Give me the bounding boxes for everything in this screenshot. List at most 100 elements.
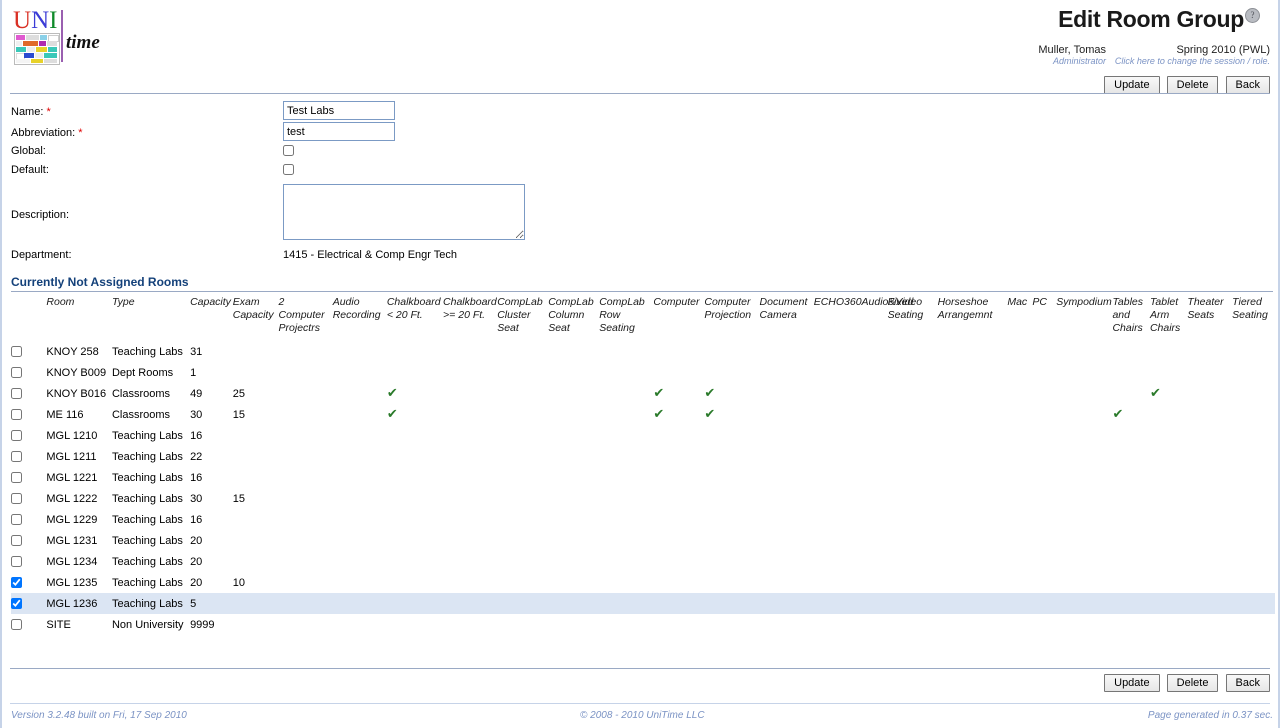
abbreviation-label: Abbreviation: * — [11, 127, 83, 139]
row-select-cell[interactable] — [11, 530, 46, 551]
row-select-cell[interactable] — [11, 341, 46, 362]
cell-computer_projection — [704, 467, 759, 488]
cell-type: Teaching Labs — [111, 513, 183, 526]
col-header-pc: PC — [1032, 296, 1047, 308]
row-select-cell[interactable] — [11, 383, 46, 404]
row-checkbox[interactable] — [11, 555, 22, 567]
row-checkbox[interactable] — [11, 492, 22, 504]
cell-complab_column_seat — [548, 530, 599, 551]
col-header-room: Room — [46, 296, 75, 308]
cell-computer_projection — [704, 593, 760, 614]
row-checkbox[interactable] — [11, 534, 22, 546]
page-header: UNI time Edit Room Group ? Muller, Tomas… — [2, 0, 1278, 94]
table-row[interactable]: MGL 1211 Teaching Labs 22 — [11, 446, 1275, 467]
abbreviation-input[interactable] — [283, 122, 395, 141]
cell-capacity: 9999 — [190, 618, 215, 631]
row-checkbox[interactable] — [11, 450, 22, 462]
back-button-bottom[interactable]: Back — [1225, 674, 1270, 692]
cell-tiered_seating — [1232, 404, 1275, 425]
back-button-top[interactable]: Back — [1225, 76, 1270, 94]
global-checkbox[interactable] — [283, 145, 294, 156]
global-label: Global: — [11, 145, 46, 157]
row-select-cell[interactable] — [11, 362, 46, 383]
cell-sympodium — [1056, 446, 1112, 467]
row-select-cell[interactable] — [11, 509, 46, 530]
name-input[interactable] — [283, 101, 395, 120]
row-select-cell[interactable] — [11, 551, 46, 572]
table-row[interactable]: KNOY B009 Dept Rooms 1 — [11, 362, 1275, 383]
cell-theater_seats — [1187, 404, 1232, 425]
default-checkbox[interactable] — [283, 164, 294, 175]
row-checkbox[interactable] — [11, 513, 22, 525]
session-info[interactable]: Spring 2010 (PWL) Click here to change t… — [1105, 44, 1270, 66]
cell-tables_and_chairs — [1112, 530, 1149, 551]
cell-complab_row_seating — [599, 530, 653, 551]
row-checkbox[interactable] — [11, 366, 22, 378]
cell-tiered_seating — [1232, 383, 1275, 404]
row-select-cell[interactable] — [11, 572, 46, 593]
user-role: Administrator — [1052, 56, 1106, 66]
cell-fixed_seating — [888, 572, 938, 593]
cell-theater_seats — [1187, 593, 1233, 614]
row-checkbox[interactable] — [11, 345, 22, 357]
cell-exam_capacity: 15 — [232, 408, 245, 421]
description-textarea[interactable] — [283, 184, 525, 240]
row-checkbox[interactable] — [11, 408, 22, 420]
cell-computer_projection — [704, 551, 759, 572]
cell-complab_row_seating — [599, 509, 653, 530]
col-header-document_camera: Document Camera — [759, 296, 808, 321]
session-change-link[interactable]: Click here to change the session / role. — [1105, 56, 1270, 66]
row-checkbox[interactable] — [11, 471, 22, 483]
delete-button-bottom[interactable]: Delete — [1166, 674, 1219, 692]
table-row[interactable]: KNOY B016 Classrooms 49 25 ✔ ✔ ✔ ✔ — [11, 383, 1275, 404]
help-icon[interactable]: ? — [1245, 8, 1260, 23]
page-frame: UNI time Edit Room Group ? Muller, Tomas… — [0, 0, 1280, 728]
cell-exam_capacity — [233, 467, 279, 488]
row-select-cell[interactable] — [11, 404, 46, 425]
table-row[interactable]: MGL 1210 Teaching Labs 16 — [11, 425, 1275, 446]
table-row[interactable]: MGL 1235 Teaching Labs 20 10 — [11, 572, 1275, 593]
cell-audio_recording — [332, 593, 387, 614]
cell-type: Teaching Labs — [111, 492, 183, 505]
cell-fixed_seating — [888, 446, 938, 467]
table-row[interactable]: MGL 1222 Teaching Labs 30 15 — [11, 488, 1275, 509]
update-button-top[interactable]: Update — [1104, 76, 1160, 94]
table-row[interactable]: MGL 1229 Teaching Labs 16 — [11, 509, 1275, 530]
cell-chalkboard_lt_20ft — [387, 572, 443, 593]
cell-tablet_arm_chairs — [1150, 404, 1187, 425]
cell-echo360 — [814, 341, 888, 362]
cell-complab_column_seat — [548, 446, 599, 467]
row-select-cell[interactable] — [11, 488, 46, 509]
table-row[interactable]: MGL 1234 Teaching Labs 20 — [11, 551, 1275, 572]
row-select-cell[interactable] — [11, 446, 46, 467]
description-textarea-wrap — [283, 184, 525, 243]
row-select-cell[interactable] — [11, 425, 46, 446]
row-checkbox[interactable] — [11, 597, 22, 609]
table-row[interactable]: ME 116 Classrooms 30 15 ✔ ✔ ✔ ✔ — [11, 404, 1275, 425]
table-row[interactable]: MGL 1221 Teaching Labs 16 — [11, 467, 1275, 488]
row-checkbox[interactable] — [11, 429, 22, 441]
table-row[interactable]: MGL 1231 Teaching Labs 20 — [11, 530, 1275, 551]
user-info[interactable]: Muller, Tomas Administrator — [936, 44, 1106, 66]
cell-document_camera — [760, 383, 814, 404]
table-row[interactable]: SITE Non University 9999 — [11, 614, 1275, 635]
row-checkbox[interactable] — [11, 576, 22, 588]
table-row[interactable]: MGL 1236 Teaching Labs 5 — [11, 593, 1275, 614]
update-button-bottom[interactable]: Update — [1104, 674, 1160, 692]
cell-document_camera — [760, 509, 814, 530]
row-checkbox[interactable] — [11, 618, 22, 630]
cell-echo360 — [814, 404, 888, 425]
row-checkbox[interactable] — [11, 387, 22, 399]
table-row[interactable]: KNOY 258 Teaching Labs 31 — [11, 341, 1275, 362]
cell-chalkboard_lt_20ft: ✔ — [387, 383, 443, 404]
row-select-cell[interactable] — [11, 593, 47, 614]
unitime-logo: UNI time — [11, 8, 103, 66]
cell-mac — [1007, 467, 1032, 488]
row-select-cell[interactable] — [11, 614, 46, 635]
cell-chalkboard_lt_20ft — [387, 530, 443, 551]
delete-button-top[interactable]: Delete — [1166, 76, 1219, 94]
row-select-cell[interactable] — [11, 467, 46, 488]
cell-pc — [1032, 404, 1056, 425]
cell-computer — [653, 572, 704, 593]
cell-mac — [1007, 572, 1032, 593]
